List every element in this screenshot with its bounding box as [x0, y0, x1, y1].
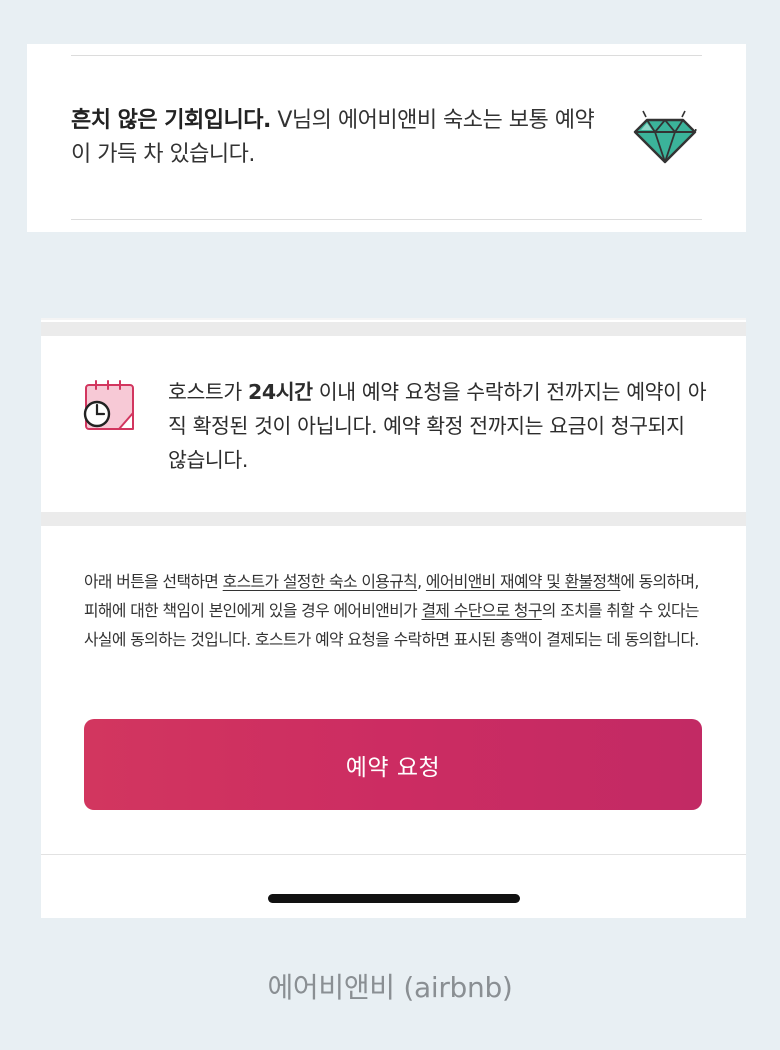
house-rules-link[interactable]: 호스트가 설정한 숙소 이용규칙: [223, 572, 418, 591]
calendar-clock-icon: [83, 380, 134, 430]
home-indicator[interactable]: [268, 894, 520, 903]
rare-opportunity-title: 흔치 않은 기회입니다.: [71, 108, 271, 133]
legal-agreement-text: 아래 버튼을 선택하면 호스트가 설정한 숙소 이용규칙, 에어비앤비 재예약 …: [84, 567, 704, 654]
rebooking-refund-policy-link[interactable]: 에어비앤비 재예약 및 환불정책: [426, 572, 621, 591]
diamond-icon: [633, 110, 697, 164]
notice-hours: 24시간: [247, 380, 313, 404]
notice-text-part: 호스트가: [168, 380, 248, 404]
divider: [71, 219, 702, 220]
divider: [41, 854, 746, 855]
payment-charge-link[interactable]: 결제 수단으로 청구: [421, 601, 542, 620]
separator: [41, 512, 746, 526]
pending-confirmation-notice: 호스트가 24시간 이내 예약 요청을 수락하기 전까지는 예약이 아직 확정된…: [168, 375, 708, 477]
divider: [71, 55, 702, 56]
rare-opportunity-card: 흔치 않은 기회입니다. V님의 에어비앤비 숙소는 보통 예약이 가득 차 있…: [27, 44, 746, 232]
legal-text: 아래 버튼을 선택하면: [84, 572, 223, 591]
separator: [41, 322, 746, 336]
image-caption: 에어비앤비 (airbnb): [267, 971, 513, 1004]
rare-opportunity-message: 흔치 않은 기회입니다. V님의 에어비앤비 숙소는 보통 예약이 가득 차 있…: [71, 104, 611, 172]
request-booking-button[interactable]: 예약 요청: [84, 719, 702, 810]
booking-screen: 호스트가 24시간 이내 예약 요청을 수락하기 전까지는 예약이 아직 확정된…: [41, 318, 746, 918]
legal-text: ,: [417, 572, 426, 591]
separator: [41, 318, 746, 320]
